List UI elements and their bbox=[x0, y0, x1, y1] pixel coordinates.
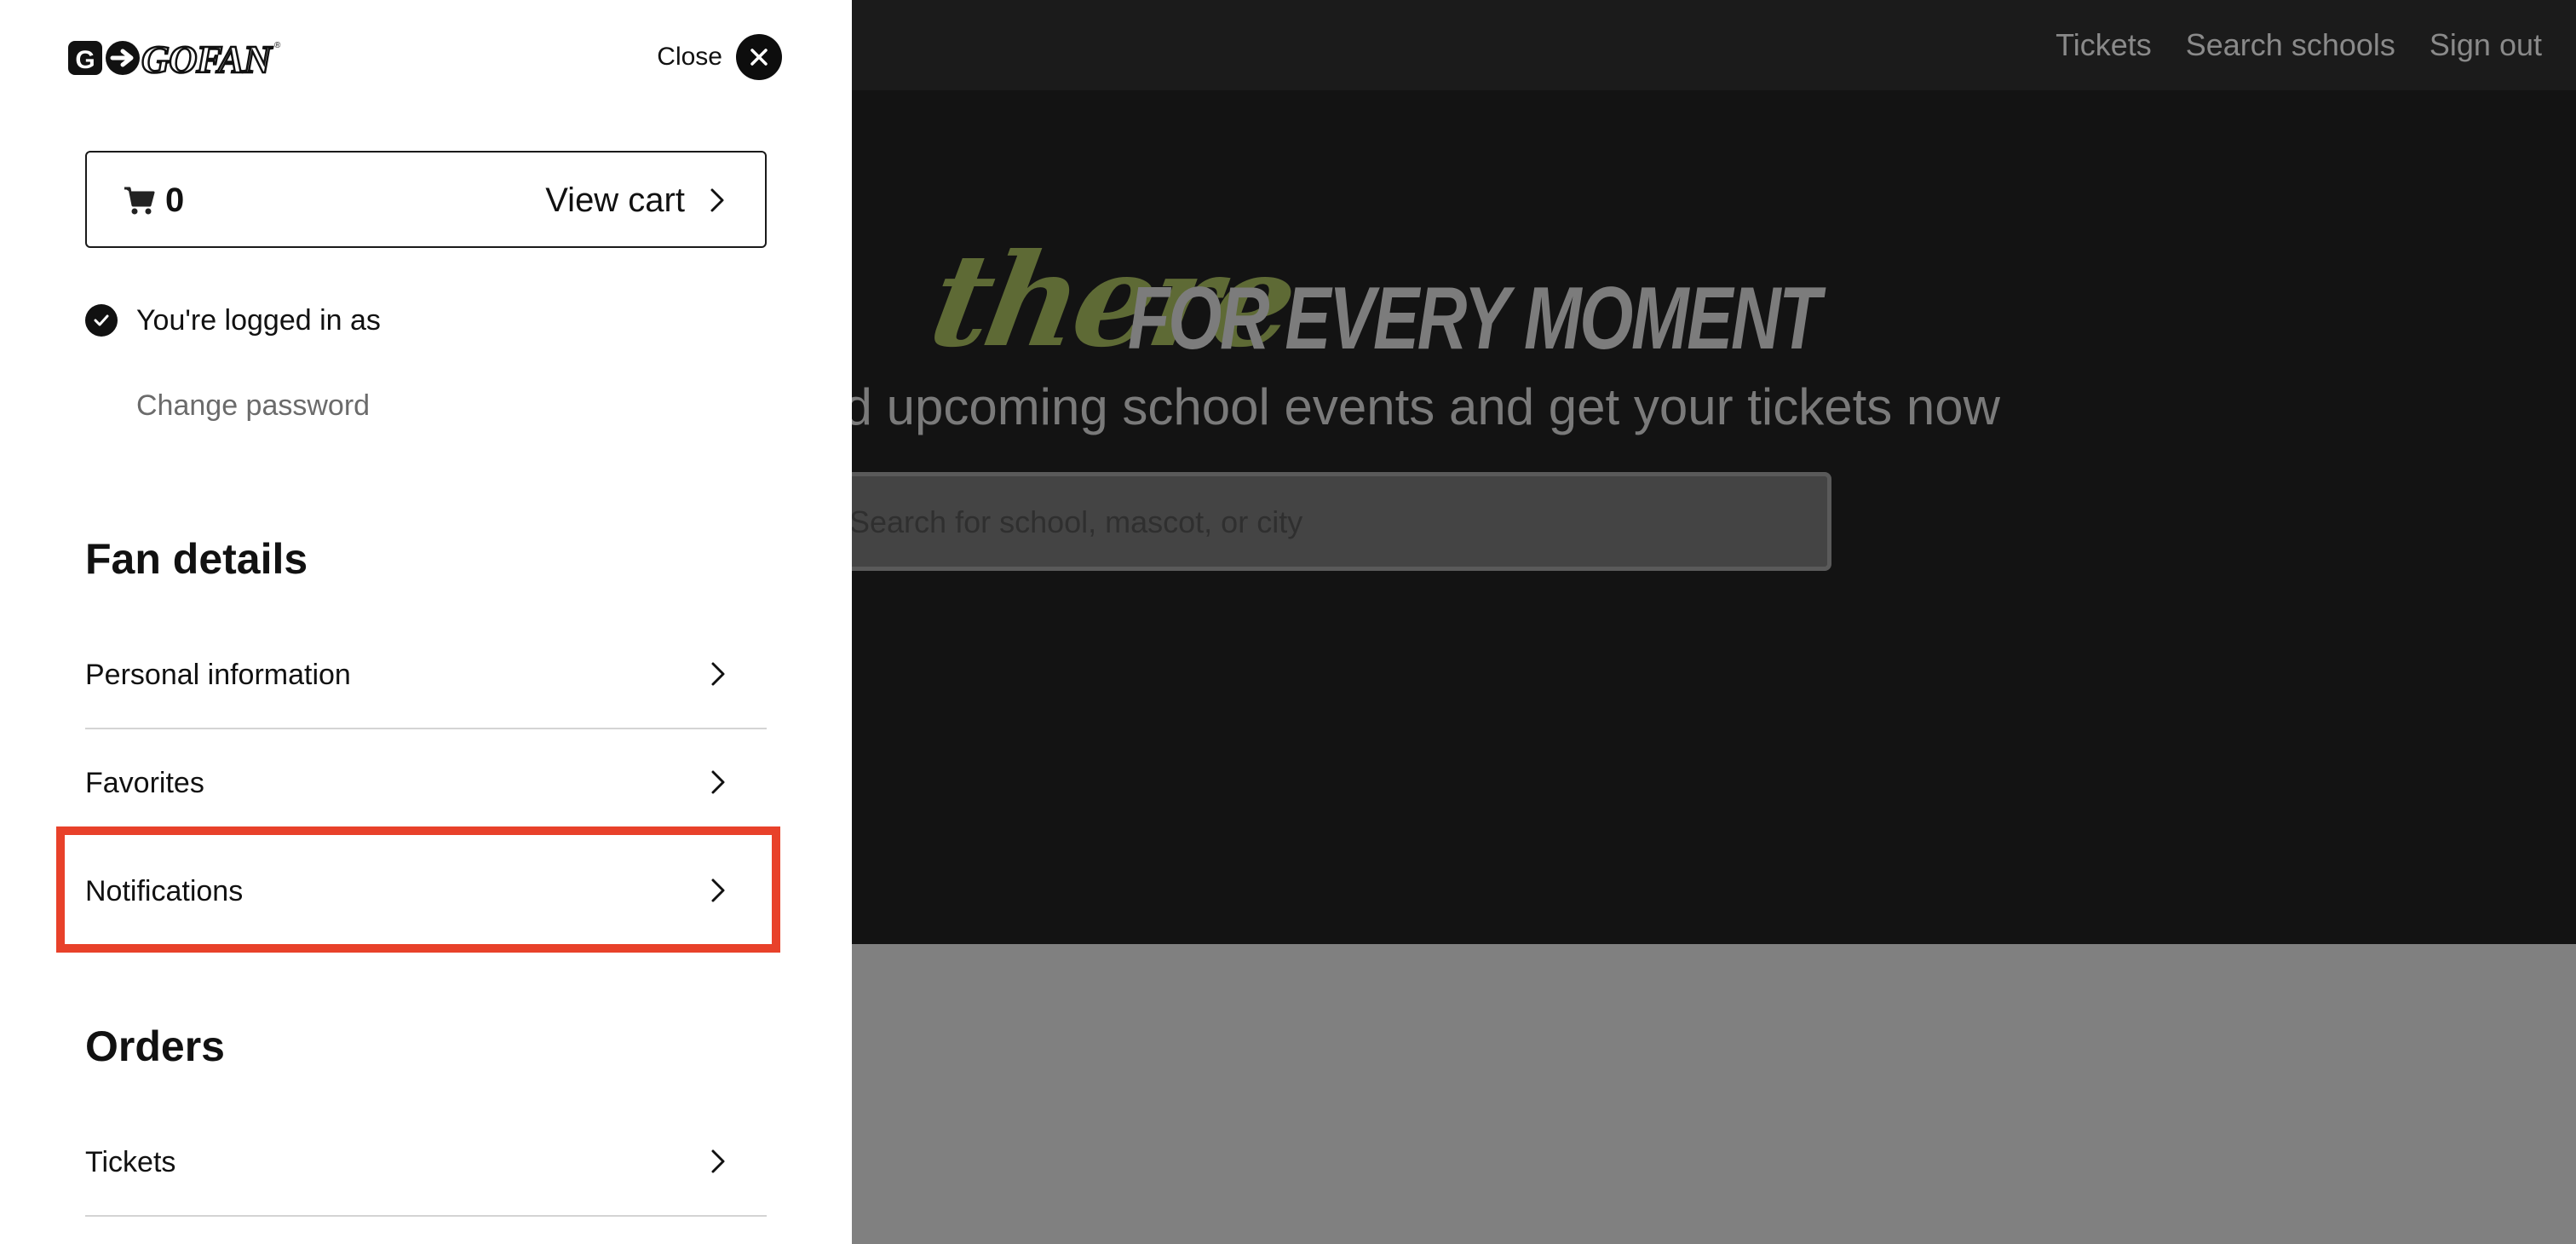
menu-item-notifications[interactable]: Notifications bbox=[85, 838, 767, 946]
chevron-right-icon bbox=[711, 1149, 725, 1173]
top-nav-links: Tickets Search schools Sign out bbox=[2056, 26, 2542, 65]
school-search-input[interactable] bbox=[848, 476, 1822, 568]
svg-text:G: G bbox=[75, 46, 95, 74]
close-icon bbox=[736, 34, 782, 80]
menu-item-label: Tickets bbox=[85, 1146, 176, 1178]
nav-sign-out-link[interactable]: Sign out bbox=[2429, 26, 2542, 65]
close-button[interactable]: Close bbox=[657, 34, 782, 80]
menu-item-tickets[interactable]: Tickets bbox=[85, 1109, 767, 1217]
hero-slogan: there FOR EVERY MOMENT bbox=[920, 220, 1820, 382]
cart-icon bbox=[124, 187, 155, 215]
slogan-bold-text: FOR EVERY MOMENT bbox=[1128, 269, 1821, 368]
orders-heading: Orders bbox=[85, 1022, 225, 1070]
menu-item-favorites[interactable]: Favorites bbox=[85, 730, 767, 838]
logged-in-text: You're logged in as bbox=[136, 304, 381, 337]
chevron-right-icon bbox=[711, 878, 725, 902]
view-cart-label: View cart bbox=[545, 181, 685, 219]
menu-item-label: Notifications bbox=[85, 875, 244, 907]
chevron-right-icon bbox=[711, 662, 725, 686]
check-circle-icon bbox=[85, 304, 118, 337]
menu-item-label: Favorites bbox=[85, 767, 204, 799]
school-search-box[interactable] bbox=[767, 472, 1831, 571]
chevron-right-icon bbox=[711, 770, 725, 794]
menu-item-label: Personal information bbox=[85, 659, 351, 691]
account-drawer: G GOFAN ® Close 0 View cart You're logge… bbox=[0, 0, 852, 1244]
cart-count: 0 bbox=[165, 181, 185, 219]
change-password-link[interactable]: Change password bbox=[136, 385, 370, 426]
close-label: Close bbox=[657, 43, 722, 71]
chevron-right-icon bbox=[710, 188, 724, 212]
fan-details-heading: Fan details bbox=[85, 535, 308, 583]
nav-search-schools-link[interactable]: Search schools bbox=[2186, 26, 2395, 65]
svg-text:GOFAN: GOFAN bbox=[141, 37, 273, 80]
login-status: You're logged in as bbox=[85, 300, 381, 341]
gofan-logo: G GOFAN ® bbox=[68, 37, 281, 80]
svg-text:®: ® bbox=[274, 41, 281, 50]
nav-tickets-link[interactable]: Tickets bbox=[2056, 26, 2152, 65]
view-cart-button[interactable]: 0 View cart bbox=[85, 151, 767, 248]
menu-item-personal-information[interactable]: Personal information bbox=[85, 622, 767, 729]
